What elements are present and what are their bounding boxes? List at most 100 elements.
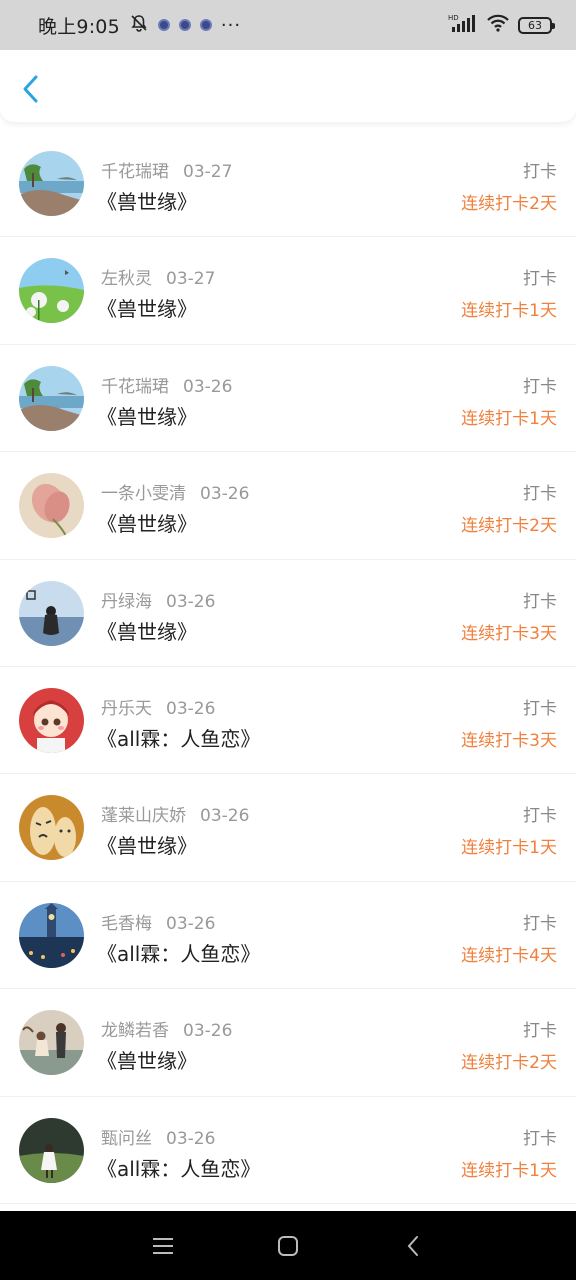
streak-label: 连续打卡2天 <box>461 1053 557 1074</box>
checkin-label: 打卡 <box>523 376 557 397</box>
user-name-line: 左秋灵 03-27 <box>101 264 215 289</box>
user-name: 甄问丝 <box>101 1128 152 1149</box>
avatar[interactable] <box>19 365 84 431</box>
streak-label: 连续打卡4天 <box>461 945 557 966</box>
checkin-label: 打卡 <box>523 269 557 290</box>
user-name-line: 千花瑞珺 03-27 <box>101 157 232 182</box>
checkin-date: 03-26 <box>166 913 216 934</box>
checkin-list: 千花瑞珺 03-27 《兽世缘》 打卡 连续打卡2天 左秋灵 03-27 《兽世缘》… <box>0 130 576 1204</box>
battery-icon: 63 <box>518 16 555 34</box>
avatar[interactable] <box>19 795 84 861</box>
list-item[interactable]: 龙鳞若香 03-26 《兽世缘》 打卡 连续打卡2天 <box>0 989 576 1097</box>
list-item[interactable]: 一条小雯清 03-26 《兽世缘》 打卡 连续打卡2天 <box>0 452 576 560</box>
list-item[interactable]: 蓬莱山庆娇 03-26 《兽世缘》 打卡 连续打卡1天 <box>0 774 576 882</box>
book-title: 《兽世缘》 <box>97 619 197 644</box>
header <box>0 50 576 122</box>
avatar[interactable] <box>19 258 84 324</box>
notification-app-icon <box>178 19 191 31</box>
checkin-label: 打卡 <box>523 591 557 612</box>
list-item[interactable]: 丹乐天 03-26 《all霖：人鱼恋》 打卡 连续打卡3天 <box>0 667 576 775</box>
streak-label: 连续打卡3天 <box>461 623 557 644</box>
recent-apps-button[interactable] <box>143 1226 183 1266</box>
user-name-line: 千花瑞珺 03-26 <box>101 372 232 397</box>
user-name: 左秋灵 <box>101 269 152 290</box>
checkin-date: 03-26 <box>166 698 216 719</box>
user-name-line: 丹绿海 03-26 <box>101 587 215 612</box>
book-title: 《兽世缘》 <box>97 512 197 537</box>
book-title: 《all霖：人鱼恋》 <box>97 1156 261 1181</box>
streak-label: 连续打卡2天 <box>461 194 557 214</box>
checkin-label: 打卡 <box>523 698 557 719</box>
avatar[interactable] <box>19 687 84 753</box>
streak-label: 连续打卡1天 <box>461 1160 557 1181</box>
system-nav-bar <box>0 1211 576 1280</box>
list-item[interactable]: 甄问丝 03-26 《all霖：人鱼恋》 打卡 连续打卡1天 <box>0 1097 576 1204</box>
user-name-line: 甄问丝 03-26 <box>101 1124 215 1149</box>
streak-label: 连续打卡1天 <box>461 301 557 322</box>
user-name-line: 一条小雯清 03-26 <box>101 479 249 504</box>
user-name: 丹乐天 <box>101 698 152 719</box>
status-bar: 晚上9:05 ··· HD 63 <box>0 0 576 50</box>
checkin-label: 打卡 <box>523 913 557 934</box>
checkin-label: 打卡 <box>523 484 557 505</box>
checkin-date: 03-26 <box>200 806 250 827</box>
list-item[interactable]: 丹绿海 03-26 《兽世缘》 打卡 连续打卡3天 <box>0 560 576 667</box>
chevron-left-icon <box>23 75 38 103</box>
checkin-date: 03-27 <box>183 162 233 182</box>
avatar[interactable] <box>19 1117 84 1183</box>
checkin-date: 03-26 <box>166 591 216 612</box>
book-title: 《兽世缘》 <box>97 834 197 859</box>
checkin-date: 03-26 <box>183 376 233 397</box>
checkin-label: 打卡 <box>523 1128 557 1149</box>
list-item[interactable]: 毛香梅 03-26 《all霖：人鱼恋》 打卡 连续打卡4天 <box>0 882 576 990</box>
user-name: 蓬莱山庆娇 <box>101 806 186 827</box>
streak-label: 连续打卡3天 <box>461 730 557 751</box>
avatar[interactable] <box>19 580 84 646</box>
list-item[interactable]: 左秋灵 03-27 《兽世缘》 打卡 连续打卡1天 <box>0 237 576 345</box>
checkin-date: 03-26 <box>183 1021 233 1042</box>
user-name-line: 蓬莱山庆娇 03-26 <box>101 801 249 826</box>
avatar[interactable] <box>19 473 84 539</box>
menu-icon <box>152 1237 173 1254</box>
checkin-label: 打卡 <box>523 162 557 182</box>
user-name-line: 龙鳞若香 03-26 <box>101 1016 232 1041</box>
system-back-button[interactable] <box>393 1226 433 1266</box>
checkin-label: 打卡 <box>523 1021 557 1042</box>
notification-app-icon <box>199 19 212 31</box>
home-button[interactable] <box>268 1226 308 1266</box>
avatar[interactable] <box>19 151 84 216</box>
checkin-date: 03-26 <box>166 1128 216 1149</box>
user-name: 龙鳞若香 <box>101 1021 169 1042</box>
more-notifications-icon: ··· <box>220 14 242 36</box>
checkin-date: 03-26 <box>200 484 250 505</box>
checkin-label: 打卡 <box>523 806 557 827</box>
user-name: 丹绿海 <box>101 591 152 612</box>
book-title: 《兽世缘》 <box>97 297 197 322</box>
wifi-icon <box>486 13 510 37</box>
avatar[interactable] <box>19 902 84 968</box>
user-name-line: 丹乐天 03-26 <box>101 694 215 719</box>
battery-level: 63 <box>528 18 542 32</box>
signal-icon: HD <box>448 13 478 37</box>
network-badge: HD <box>448 14 459 22</box>
checkin-date: 03-27 <box>166 269 216 290</box>
status-time: 晚上9:05 <box>38 15 120 38</box>
avatar[interactable] <box>19 1010 84 1076</box>
user-name: 千花瑞珺 <box>101 162 169 182</box>
book-title: 《兽世缘》 <box>97 404 197 429</box>
streak-label: 连续打卡1天 <box>461 408 557 429</box>
book-title: 《兽世缘》 <box>97 190 197 214</box>
back-triangle-icon <box>407 1235 419 1256</box>
user-name: 千花瑞珺 <box>101 376 169 397</box>
list-item[interactable]: 千花瑞珺 03-27 《兽世缘》 打卡 连续打卡2天 <box>0 130 576 238</box>
book-title: 《all霖：人鱼恋》 <box>97 726 261 751</box>
streak-label: 连续打卡2天 <box>461 516 557 537</box>
notification-app-icon <box>157 19 170 31</box>
user-name: 一条小雯清 <box>101 484 186 505</box>
book-title: 《all霖：人鱼恋》 <box>97 941 261 966</box>
list-item[interactable]: 千花瑞珺 03-26 《兽世缘》 打卡 连续打卡1天 <box>0 345 576 453</box>
book-title: 《兽世缘》 <box>97 1049 197 1074</box>
home-square-icon <box>277 1235 298 1256</box>
back-button[interactable] <box>14 72 48 106</box>
user-name: 毛香梅 <box>101 913 152 934</box>
